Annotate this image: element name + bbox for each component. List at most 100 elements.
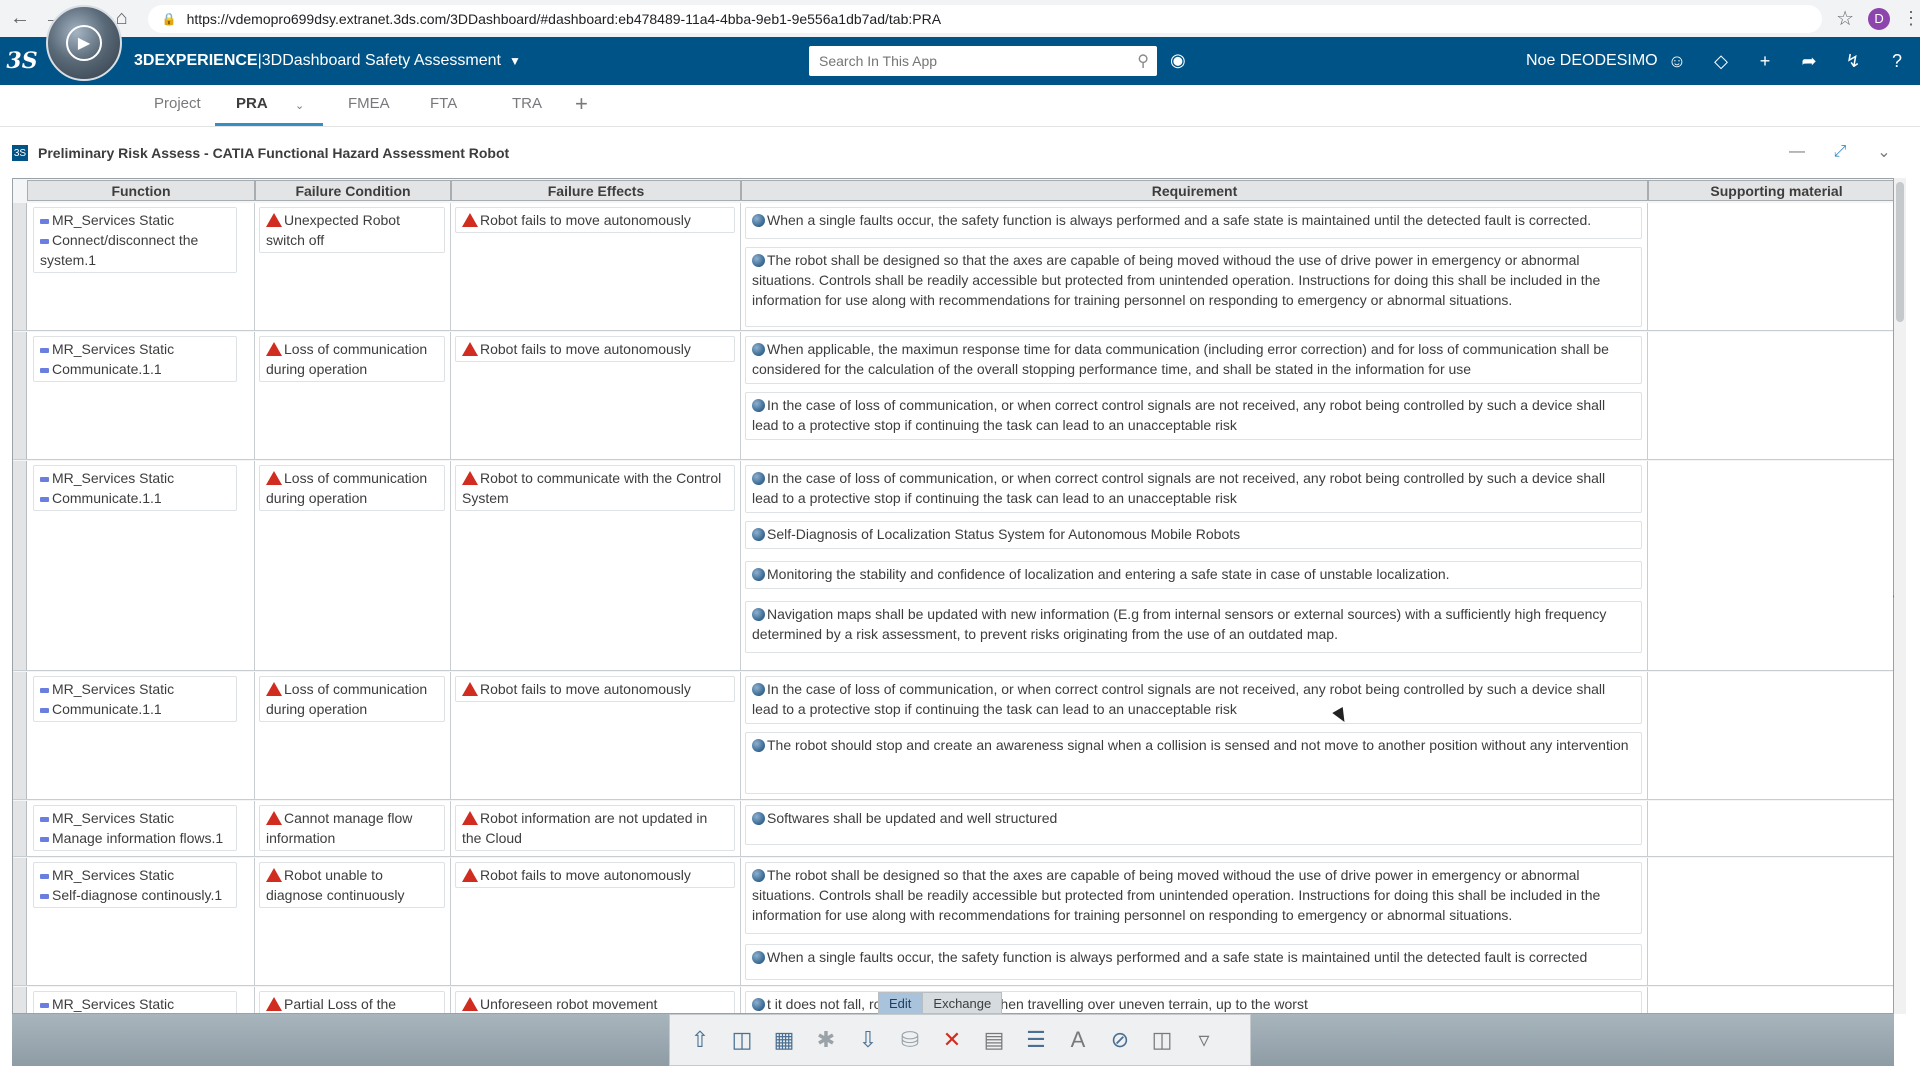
tab-pra[interactable]: PRA (236, 95, 268, 112)
play-icon[interactable]: ▶ (66, 25, 102, 61)
export-icon[interactable]: ⇧ (684, 1024, 716, 1056)
failure-effect-card[interactable]: Robot fails to move autonomously (455, 676, 735, 702)
browser-menu-icon[interactable]: ⋮ (1902, 8, 1920, 29)
requirement-card[interactable]: In the case of loss of communication, or… (745, 676, 1642, 724)
requirement-card[interactable]: The robot should stop and create an awar… (745, 732, 1642, 794)
text-style-icon[interactable]: A (1062, 1024, 1094, 1056)
function-card[interactable]: MR_Services Static Connect/disconnect the… (33, 207, 237, 273)
function-card[interactable]: MR_Services Static Communicate.1.1 (33, 676, 237, 722)
database-icon[interactable]: ⛁ (894, 1024, 926, 1056)
app-search-box[interactable]: ⚲ (809, 46, 1157, 76)
row-handle[interactable] (13, 672, 27, 799)
failure-effect-card[interactable]: Unforeseen robot movement (455, 991, 735, 1013)
requirement-card[interactable]: When a single faults occur, the safety f… (745, 207, 1642, 239)
delete-icon[interactable]: ✕ (936, 1024, 968, 1056)
function-card[interactable]: MR_Services Static Self-diagnose continou… (33, 862, 237, 908)
add-tab-icon[interactable]: + (575, 91, 588, 117)
row-handle[interactable] (13, 987, 27, 1013)
row-handle[interactable] (13, 801, 27, 856)
failure-effect-card[interactable]: Robot fails to move autonomously (455, 207, 735, 233)
scrollbar-thumb[interactable] (1896, 182, 1904, 322)
user-name[interactable]: Noe DEODESIMO (1526, 37, 1658, 85)
failure-condition-card[interactable]: Partial Loss of the (259, 991, 445, 1013)
requirement-card[interactable]: When applicable, the maximun response ti… (745, 336, 1642, 384)
column-header-failure-effects[interactable]: Failure Effects (451, 180, 741, 201)
tab-fmea[interactable]: FMEA (348, 95, 390, 112)
failure-effect-card[interactable]: Robot information are not updated in the… (455, 805, 735, 851)
requirement-card[interactable]: The robot shall be designed so that the … (745, 247, 1642, 327)
row-handle[interactable] (13, 203, 27, 330)
column-header-function[interactable]: Function (27, 180, 255, 201)
function-card[interactable]: MR_Services Static Manage information flo… (33, 805, 237, 851)
tab-tra[interactable]: TRA (512, 95, 542, 112)
row-handle[interactable] (13, 332, 27, 459)
table-icon[interactable]: ▦ (768, 1024, 800, 1056)
address-bar[interactable]: 🔒 https://vdemopro699dsy.extranet.3ds.co… (147, 4, 1823, 33)
column-header-supporting-material[interactable]: Supporting material (1648, 180, 1893, 201)
minimize-icon[interactable]: — (1785, 140, 1809, 164)
table-row[interactable]: MR_Services Static Manage information flo… (13, 801, 1893, 857)
app-title[interactable]: 3DEXPERIENCE | 3DDashboard Safety Assess… (134, 37, 521, 85)
widget-menu-chevron-icon[interactable]: ⌄ (1872, 140, 1896, 164)
tab-fta[interactable]: FTA (430, 95, 457, 112)
bookmark-star-icon[interactable]: ☆ (1836, 6, 1854, 31)
search-input[interactable] (819, 53, 1119, 69)
failure-effect-card[interactable]: Robot fails to move autonomously (455, 862, 735, 888)
failure-effect-card[interactable]: Robot to communicate with the Control Sy… (455, 465, 735, 511)
section-tab-edit[interactable]: Edit (878, 992, 923, 1014)
failure-condition-card[interactable]: Loss of communication during operation (259, 336, 445, 382)
requirement-card[interactable]: The robot shall be designed so that the … (745, 862, 1642, 934)
table-row[interactable]: MR_Services Static Self-diagnose continou… (13, 858, 1893, 986)
vertical-scrollbar[interactable] (1894, 178, 1906, 1014)
layout-icon[interactable]: ▤ (978, 1024, 1010, 1056)
section-tab-exchange[interactable]: Exchange (922, 992, 1003, 1014)
column-header-requirement[interactable]: Requirement (741, 180, 1648, 201)
communities-icon[interactable]: ↯ (1841, 49, 1865, 73)
help-icon[interactable]: ? (1885, 49, 1909, 73)
asterisk-icon[interactable]: ✱ (810, 1024, 842, 1056)
failure-condition-card[interactable]: Cannot manage flow information (259, 805, 445, 851)
requirement-card[interactable]: Monitoring the stability and confidence … (745, 561, 1642, 589)
column-header-failure-condition[interactable]: Failure Condition (255, 180, 451, 201)
tag-icon[interactable]: ◉ (1170, 50, 1186, 71)
failure-effect-card[interactable]: Robot fails to move autonomously (455, 336, 735, 362)
columns-icon[interactable]: ◫ (1146, 1024, 1178, 1056)
failure-condition-card[interactable]: Unexpected Robot switch off (259, 207, 445, 253)
function-card[interactable]: MR_Services Static (33, 991, 237, 1013)
search-icon[interactable]: ⚲ (1137, 51, 1149, 71)
function-card[interactable]: MR_Services Static Communicate.1.1 (33, 336, 237, 382)
warning-icon (266, 213, 282, 227)
table-row[interactable]: MR_Services Static Communicate.1.1 Loss of… (13, 672, 1893, 800)
table-row[interactable]: MR_Services Static Connect/disconnect the… (13, 203, 1893, 331)
requirement-card[interactable]: Navigation maps shall be updated with ne… (745, 601, 1642, 653)
list-icon[interactable]: ☰ (1020, 1024, 1052, 1056)
failure-condition-card[interactable]: Robot unable to diagnose continuously (259, 862, 445, 908)
filter-icon[interactable]: ▿ (1188, 1024, 1220, 1056)
hide-icon[interactable]: ⊘ (1104, 1024, 1136, 1056)
compass-icon[interactable]: ▶ (46, 5, 122, 81)
requirement-card[interactable]: Self-Diagnosis of Localization Status Sy… (745, 521, 1642, 549)
table-row[interactable]: MR_Services Static Communicate.1.1 Loss of… (13, 332, 1893, 460)
failure-condition-card[interactable]: Loss of communication during operation (259, 676, 445, 722)
back-icon[interactable]: ← (6, 5, 34, 33)
tab-project[interactable]: Project (154, 95, 201, 112)
share-icon[interactable]: ➦ (1797, 49, 1821, 73)
collapse-icon[interactable]: ⤢ (1828, 140, 1852, 164)
requirement-card[interactable]: Softwares shall be updated and well stru… (745, 805, 1642, 845)
row-handle[interactable] (13, 858, 27, 985)
requirement-card[interactable]: In the case of loss of communication, or… (745, 465, 1642, 513)
table-row[interactable]: MR_Services Static Communicate.1.1 Loss of… (13, 461, 1893, 671)
requirement-card[interactable]: In the case of loss of communication, or… (745, 392, 1642, 440)
insert-icon[interactable]: ◫ (726, 1024, 758, 1056)
requirement-card[interactable]: When a single faults occur, the safety f… (745, 944, 1642, 980)
download-icon[interactable]: ⇩ (852, 1024, 884, 1056)
chevron-down-icon[interactable]: ▼ (509, 54, 521, 68)
add-icon[interactable]: + (1753, 49, 1777, 73)
notification-tag-icon[interactable]: ◇ (1709, 49, 1733, 73)
tab-menu-chevron-icon[interactable]: ⌄ (295, 99, 304, 112)
user-profile-icon[interactable]: ☺ (1665, 49, 1689, 73)
failure-condition-card[interactable]: Loss of communication during operation (259, 465, 445, 511)
function-card[interactable]: MR_Services Static Communicate.1.1 (33, 465, 237, 511)
profile-avatar[interactable]: D (1868, 7, 1890, 30)
row-handle[interactable] (13, 461, 27, 670)
